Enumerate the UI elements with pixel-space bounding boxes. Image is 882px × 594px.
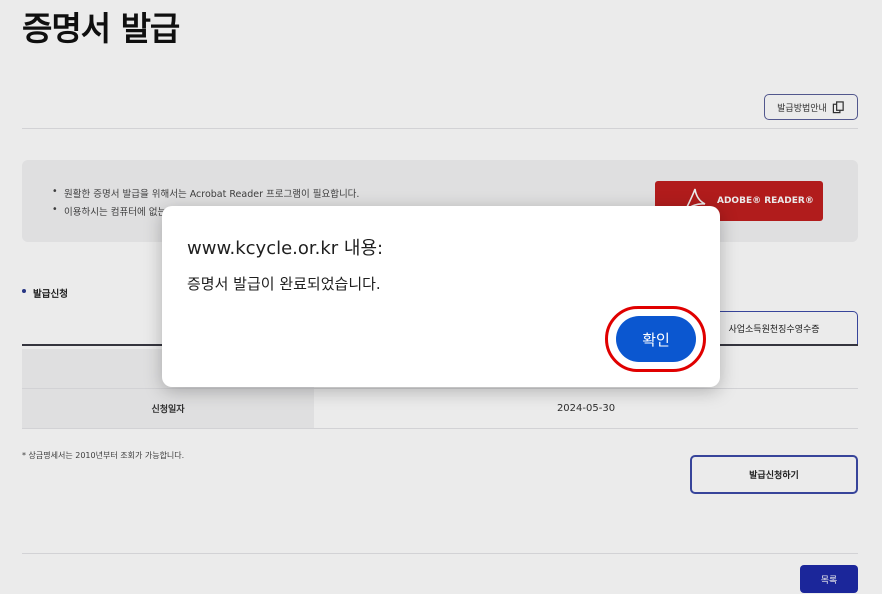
confirm-button[interactable]: 확인: [616, 316, 696, 362]
alert-dialog: www.kcycle.or.kr 내용: 증명서 발급이 완료되었습니다. 확인: [162, 206, 720, 387]
dialog-title: www.kcycle.or.kr 내용:: [187, 238, 384, 259]
confirm-button-label: 확인: [642, 330, 670, 349]
dialog-message: 증명서 발급이 완료되었습니다.: [187, 275, 381, 293]
